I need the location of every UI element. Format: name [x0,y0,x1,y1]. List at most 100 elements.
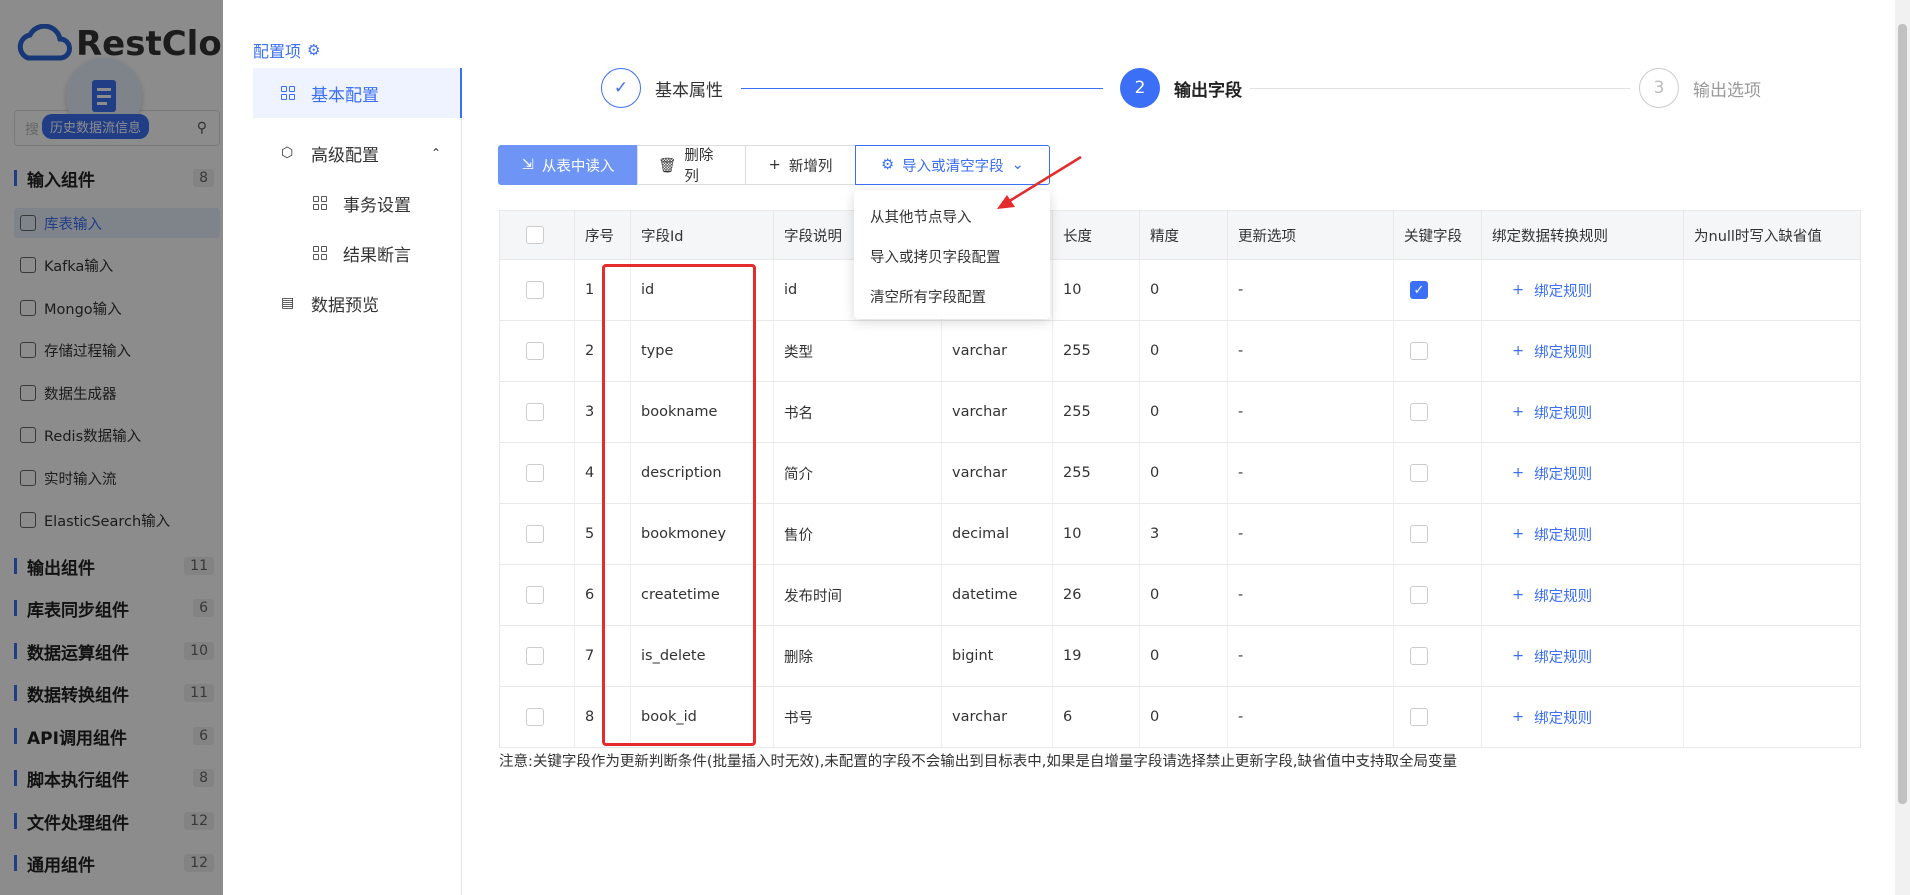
key-field-checkbox[interactable] [1410,647,1428,665]
cell-default-value[interactable] [1684,260,1860,320]
plus-icon: + [1512,648,1525,664]
row-checkbox[interactable] [526,586,544,604]
nav-transaction-settings[interactable]: 事务设置 [253,178,461,228]
bind-rule-link[interactable]: + 绑定规则 [1482,524,1592,545]
nav-data-preview[interactable]: ▤ 数据预览 [253,278,461,328]
button-label: 新增列 [788,158,833,175]
step-basic-properties[interactable]: ✓ 基本属性 [601,68,723,108]
config-title: 配置项 ⚙ [253,38,320,62]
cell-field-desc: 售价 [774,504,942,564]
cell-update-option: - [1228,382,1394,442]
cell-type: datetime [942,565,1053,625]
cell-default-value[interactable] [1684,443,1860,503]
read-from-table-button[interactable]: ⇲ 从表中读入 [498,145,638,185]
col-header: 字段Id [631,211,774,259]
bind-rule-link[interactable]: + 绑定规则 [1482,463,1592,484]
bind-rule-link[interactable]: + 绑定规则 [1482,707,1592,728]
select-cell [500,443,575,503]
add-column-button[interactable]: + 新增列 [745,145,856,185]
bind-rule-link[interactable]: + 绑定规则 [1482,646,1592,667]
bind-rule-link[interactable]: + 绑定规则 [1482,280,1592,301]
bind-rule-label: 绑定规则 [1534,649,1593,666]
step-label: 基本属性 [655,80,723,101]
select-cell [500,382,575,442]
cell-type: varchar [942,321,1053,381]
step-number: 3 [1639,68,1679,108]
step-number: 2 [1120,68,1160,108]
button-label: 导入或清空字段 [902,158,1004,175]
col-header: 绑定数据转换规则 [1482,211,1684,259]
step-output-fields[interactable]: 2 输出字段 [1120,68,1242,108]
cell-length: 255 [1053,321,1140,381]
scrollbar-thumb[interactable] [1898,24,1907,804]
cell-precision: 0 [1140,687,1228,747]
row-checkbox[interactable] [526,403,544,421]
bind-rule-link[interactable]: + 绑定规则 [1482,341,1592,362]
nav-advanced-config[interactable]: ⬡ 高级配置 ⌃ [253,128,461,178]
rule-cell: + 绑定规则 [1482,321,1684,381]
nav-result-assertion[interactable]: 结果断言 [253,228,461,278]
col-header: 序号 [575,211,631,259]
col-header: 更新选项 [1228,211,1394,259]
nav-label: 数据预览 [311,295,379,316]
cell-default-value[interactable] [1684,321,1860,381]
step-label: 输出选项 [1693,80,1761,101]
bind-rule-link[interactable]: + 绑定规则 [1482,585,1592,606]
key-field-checkbox[interactable] [1410,586,1428,604]
dropdown-item-import-copy-config[interactable]: 导入或拷贝字段配置 [854,236,1050,276]
bind-rule-label: 绑定规则 [1534,466,1593,483]
cell-length: 255 [1053,443,1140,503]
settings-icon[interactable]: ⚙ [307,41,320,59]
page-scrollbar[interactable] [1895,0,1910,895]
row-checkbox[interactable] [526,281,544,299]
key-field-checkbox[interactable] [1410,525,1428,543]
cell-default-value[interactable] [1684,687,1860,747]
bind-rule-label: 绑定规则 [1534,710,1593,727]
cell-type: bigint [942,626,1053,686]
cell-field-desc: 简介 [774,443,942,503]
rule-cell: + 绑定规则 [1482,565,1684,625]
row-checkbox[interactable] [526,464,544,482]
cell-length: 10 [1053,260,1140,320]
select-all-checkbox[interactable] [526,226,544,244]
key-cell: ✓ [1394,260,1482,320]
cell-default-value[interactable] [1684,382,1860,442]
cell-default-value[interactable] [1684,565,1860,625]
key-field-checkbox[interactable]: ✓ [1410,281,1428,299]
row-checkbox[interactable] [526,342,544,360]
step-output-options[interactable]: 3 输出选项 [1639,68,1761,108]
key-cell [1394,321,1482,381]
plus-icon: + [768,157,781,173]
cell-precision: 0 [1140,382,1228,442]
key-cell [1394,626,1482,686]
key-cell [1394,382,1482,442]
highlight-box [602,264,756,746]
cell-default-value[interactable] [1684,626,1860,686]
cell-field-desc: 删除 [774,626,942,686]
cell-precision: 0 [1140,260,1228,320]
cell-update-option: - [1228,443,1394,503]
bind-rule-link[interactable]: + 绑定规则 [1482,402,1592,423]
key-field-checkbox[interactable] [1410,342,1428,360]
select-cell [500,504,575,564]
row-checkbox[interactable] [526,525,544,543]
plus-icon: + [1512,526,1525,542]
bind-rule-label: 绑定规则 [1534,344,1593,361]
dropdown-item-clear-all[interactable]: 清空所有字段配置 [854,276,1050,316]
key-field-checkbox[interactable] [1410,708,1428,726]
nav-basic-config[interactable]: 基本配置 [253,68,461,118]
row-checkbox[interactable] [526,708,544,726]
chevron-up-icon[interactable]: ⌃ [431,146,441,160]
key-cell [1394,687,1482,747]
row-checkbox[interactable] [526,647,544,665]
annotation-arrow-icon [997,155,1082,209]
cell-precision: 3 [1140,504,1228,564]
delete-column-button[interactable]: 🗑 删除列 [637,145,746,185]
cell-precision: 0 [1140,565,1228,625]
key-field-checkbox[interactable] [1410,464,1428,482]
modal-overlay[interactable] [0,0,223,895]
rule-cell: + 绑定规则 [1482,626,1684,686]
key-field-checkbox[interactable] [1410,403,1428,421]
cell-default-value[interactable] [1684,504,1860,564]
nav-divider [461,118,462,895]
